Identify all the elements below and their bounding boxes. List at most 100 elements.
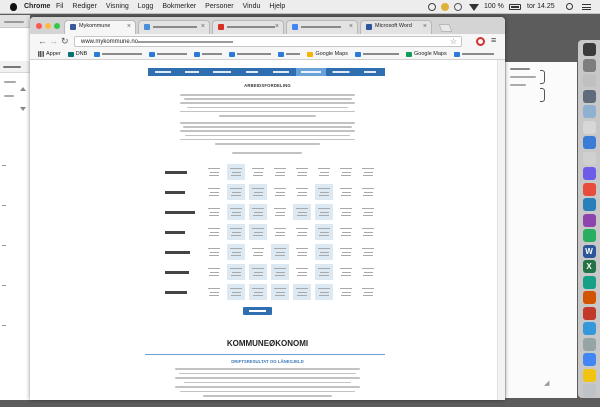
menu-item[interactable]: Rediger bbox=[72, 0, 97, 14]
app-icon[interactable] bbox=[582, 151, 596, 165]
clock[interactable]: tor 14.25 bbox=[527, 0, 555, 14]
bookmark-label-blurred bbox=[461, 53, 494, 55]
app-icon[interactable] bbox=[582, 198, 596, 211]
word-icon[interactable]: W bbox=[582, 244, 596, 258]
app-icon[interactable] bbox=[582, 120, 596, 134]
close-tab-icon[interactable]: × bbox=[127, 22, 131, 31]
page-scrollbar[interactable] bbox=[497, 60, 505, 400]
nav-item[interactable] bbox=[237, 68, 267, 76]
browser-tab[interactable]: × bbox=[212, 20, 284, 34]
chrome-menu-icon[interactable]: ≡ bbox=[491, 35, 496, 46]
app-icon[interactable] bbox=[582, 167, 596, 180]
menu-item[interactable]: Logg bbox=[138, 0, 154, 14]
app-icon[interactable] bbox=[582, 275, 596, 289]
app-icon[interactable] bbox=[582, 353, 596, 366]
browser-tab[interactable]: × bbox=[286, 20, 358, 34]
nav-item[interactable] bbox=[326, 68, 356, 76]
close-tab-icon[interactable]: × bbox=[275, 22, 279, 31]
excel-icon[interactable]: X bbox=[582, 260, 596, 273]
nav-item[interactable] bbox=[355, 68, 385, 76]
cell-text-blurred bbox=[274, 275, 286, 276]
menu-item[interactable]: Visning bbox=[106, 0, 129, 14]
menu-app-name[interactable]: Chrome bbox=[24, 0, 50, 14]
cell-text-blurred bbox=[209, 211, 219, 213]
minimize-window-button[interactable] bbox=[45, 23, 51, 29]
close-tab-icon[interactable]: × bbox=[201, 22, 205, 31]
app-icon[interactable] bbox=[582, 136, 596, 149]
profile-icon[interactable] bbox=[476, 37, 485, 46]
status-pen-icon[interactable] bbox=[428, 3, 436, 11]
app-icon[interactable] bbox=[582, 322, 596, 335]
bookmark-item[interactable] bbox=[355, 51, 400, 57]
nav-item[interactable] bbox=[178, 68, 208, 76]
resize-handle-icon[interactable]: ◢ bbox=[544, 380, 549, 388]
app-icon[interactable] bbox=[582, 105, 596, 118]
close-window-button[interactable] bbox=[36, 23, 42, 29]
cell-text-blurred bbox=[208, 275, 220, 276]
menu-item[interactable]: Fil bbox=[56, 0, 63, 14]
app-icon[interactable] bbox=[582, 182, 596, 196]
cell-text-blurred bbox=[231, 211, 241, 213]
browser-tab[interactable]: × bbox=[138, 20, 210, 34]
bookmark-item[interactable] bbox=[278, 51, 301, 57]
cell-text-blurred bbox=[295, 208, 309, 209]
menu-item[interactable]: Personer bbox=[205, 0, 233, 14]
bookmark-item[interactable]: Google Maps bbox=[406, 51, 447, 58]
app-icon[interactable] bbox=[582, 213, 596, 227]
app-icon[interactable] bbox=[582, 229, 596, 242]
cell-text-blurred bbox=[339, 248, 353, 249]
cell-text-blurred bbox=[209, 251, 219, 253]
cell-text-blurred bbox=[231, 191, 241, 193]
down-arrow-icon[interactable] bbox=[20, 107, 26, 111]
menu-item[interactable]: Hjelp bbox=[269, 0, 285, 14]
status-app-icon[interactable] bbox=[454, 3, 462, 11]
nav-item[interactable] bbox=[207, 68, 237, 76]
up-arrow-icon[interactable] bbox=[20, 87, 26, 91]
bookmark-item[interactable]: Apper bbox=[38, 51, 61, 58]
app-icon[interactable] bbox=[582, 306, 596, 320]
bookmark-icon bbox=[307, 51, 314, 57]
bookmark-item[interactable] bbox=[194, 51, 223, 57]
show-more-button[interactable] bbox=[243, 307, 272, 315]
app-icon[interactable] bbox=[582, 74, 596, 87]
status-notification-icon[interactable] bbox=[441, 3, 449, 11]
forward-arrow-icon[interactable]: → bbox=[49, 36, 58, 46]
grid-cell bbox=[337, 184, 355, 200]
app-icon[interactable] bbox=[582, 58, 596, 72]
grid-cell bbox=[359, 224, 377, 240]
apple-icon[interactable] bbox=[10, 3, 17, 11]
menu-item[interactable]: Vindu bbox=[243, 0, 261, 14]
wifi-icon[interactable] bbox=[469, 4, 479, 11]
nav-item[interactable] bbox=[267, 68, 297, 76]
back-arrow-icon[interactable]: ← bbox=[38, 36, 47, 46]
spotlight-search-icon[interactable] bbox=[566, 3, 573, 10]
bookmark-star-icon[interactable]: ☆ bbox=[450, 37, 457, 46]
app-icon[interactable] bbox=[582, 291, 596, 304]
close-tab-icon[interactable]: × bbox=[349, 22, 353, 31]
app-icon[interactable] bbox=[582, 43, 596, 56]
close-tab-icon[interactable]: × bbox=[423, 22, 427, 31]
app-icon[interactable] bbox=[582, 337, 596, 351]
cell-text-blurred bbox=[362, 295, 374, 296]
app-icon[interactable] bbox=[582, 89, 596, 103]
cell-text-blurred bbox=[339, 268, 353, 269]
bookmark-item[interactable] bbox=[453, 51, 494, 57]
bookmark-item[interactable]: Google Maps bbox=[307, 51, 348, 58]
browser-tab[interactable]: Mykommune × bbox=[64, 20, 136, 34]
reload-icon[interactable]: ↻ bbox=[61, 36, 69, 46]
app-icon[interactable] bbox=[582, 368, 596, 382]
trash-icon[interactable] bbox=[582, 384, 596, 397]
nav-item[interactable] bbox=[296, 68, 326, 76]
cell-text-blurred bbox=[341, 211, 351, 213]
address-bar[interactable]: www.mykommune.no ☆ bbox=[74, 36, 462, 47]
browser-tab[interactable]: Microsoft Word × bbox=[360, 20, 432, 34]
bookmark-item[interactable] bbox=[94, 51, 143, 57]
bookmark-item[interactable]: DNB bbox=[67, 51, 87, 58]
battery-icon[interactable] bbox=[509, 4, 521, 10]
notification-center-icon[interactable] bbox=[582, 4, 591, 10]
nav-item[interactable] bbox=[148, 68, 178, 76]
menu-item[interactable]: Bokmerker bbox=[162, 0, 196, 14]
bookmark-item[interactable] bbox=[229, 51, 272, 57]
bookmark-item[interactable] bbox=[149, 51, 188, 57]
zoom-window-button[interactable] bbox=[54, 23, 60, 29]
